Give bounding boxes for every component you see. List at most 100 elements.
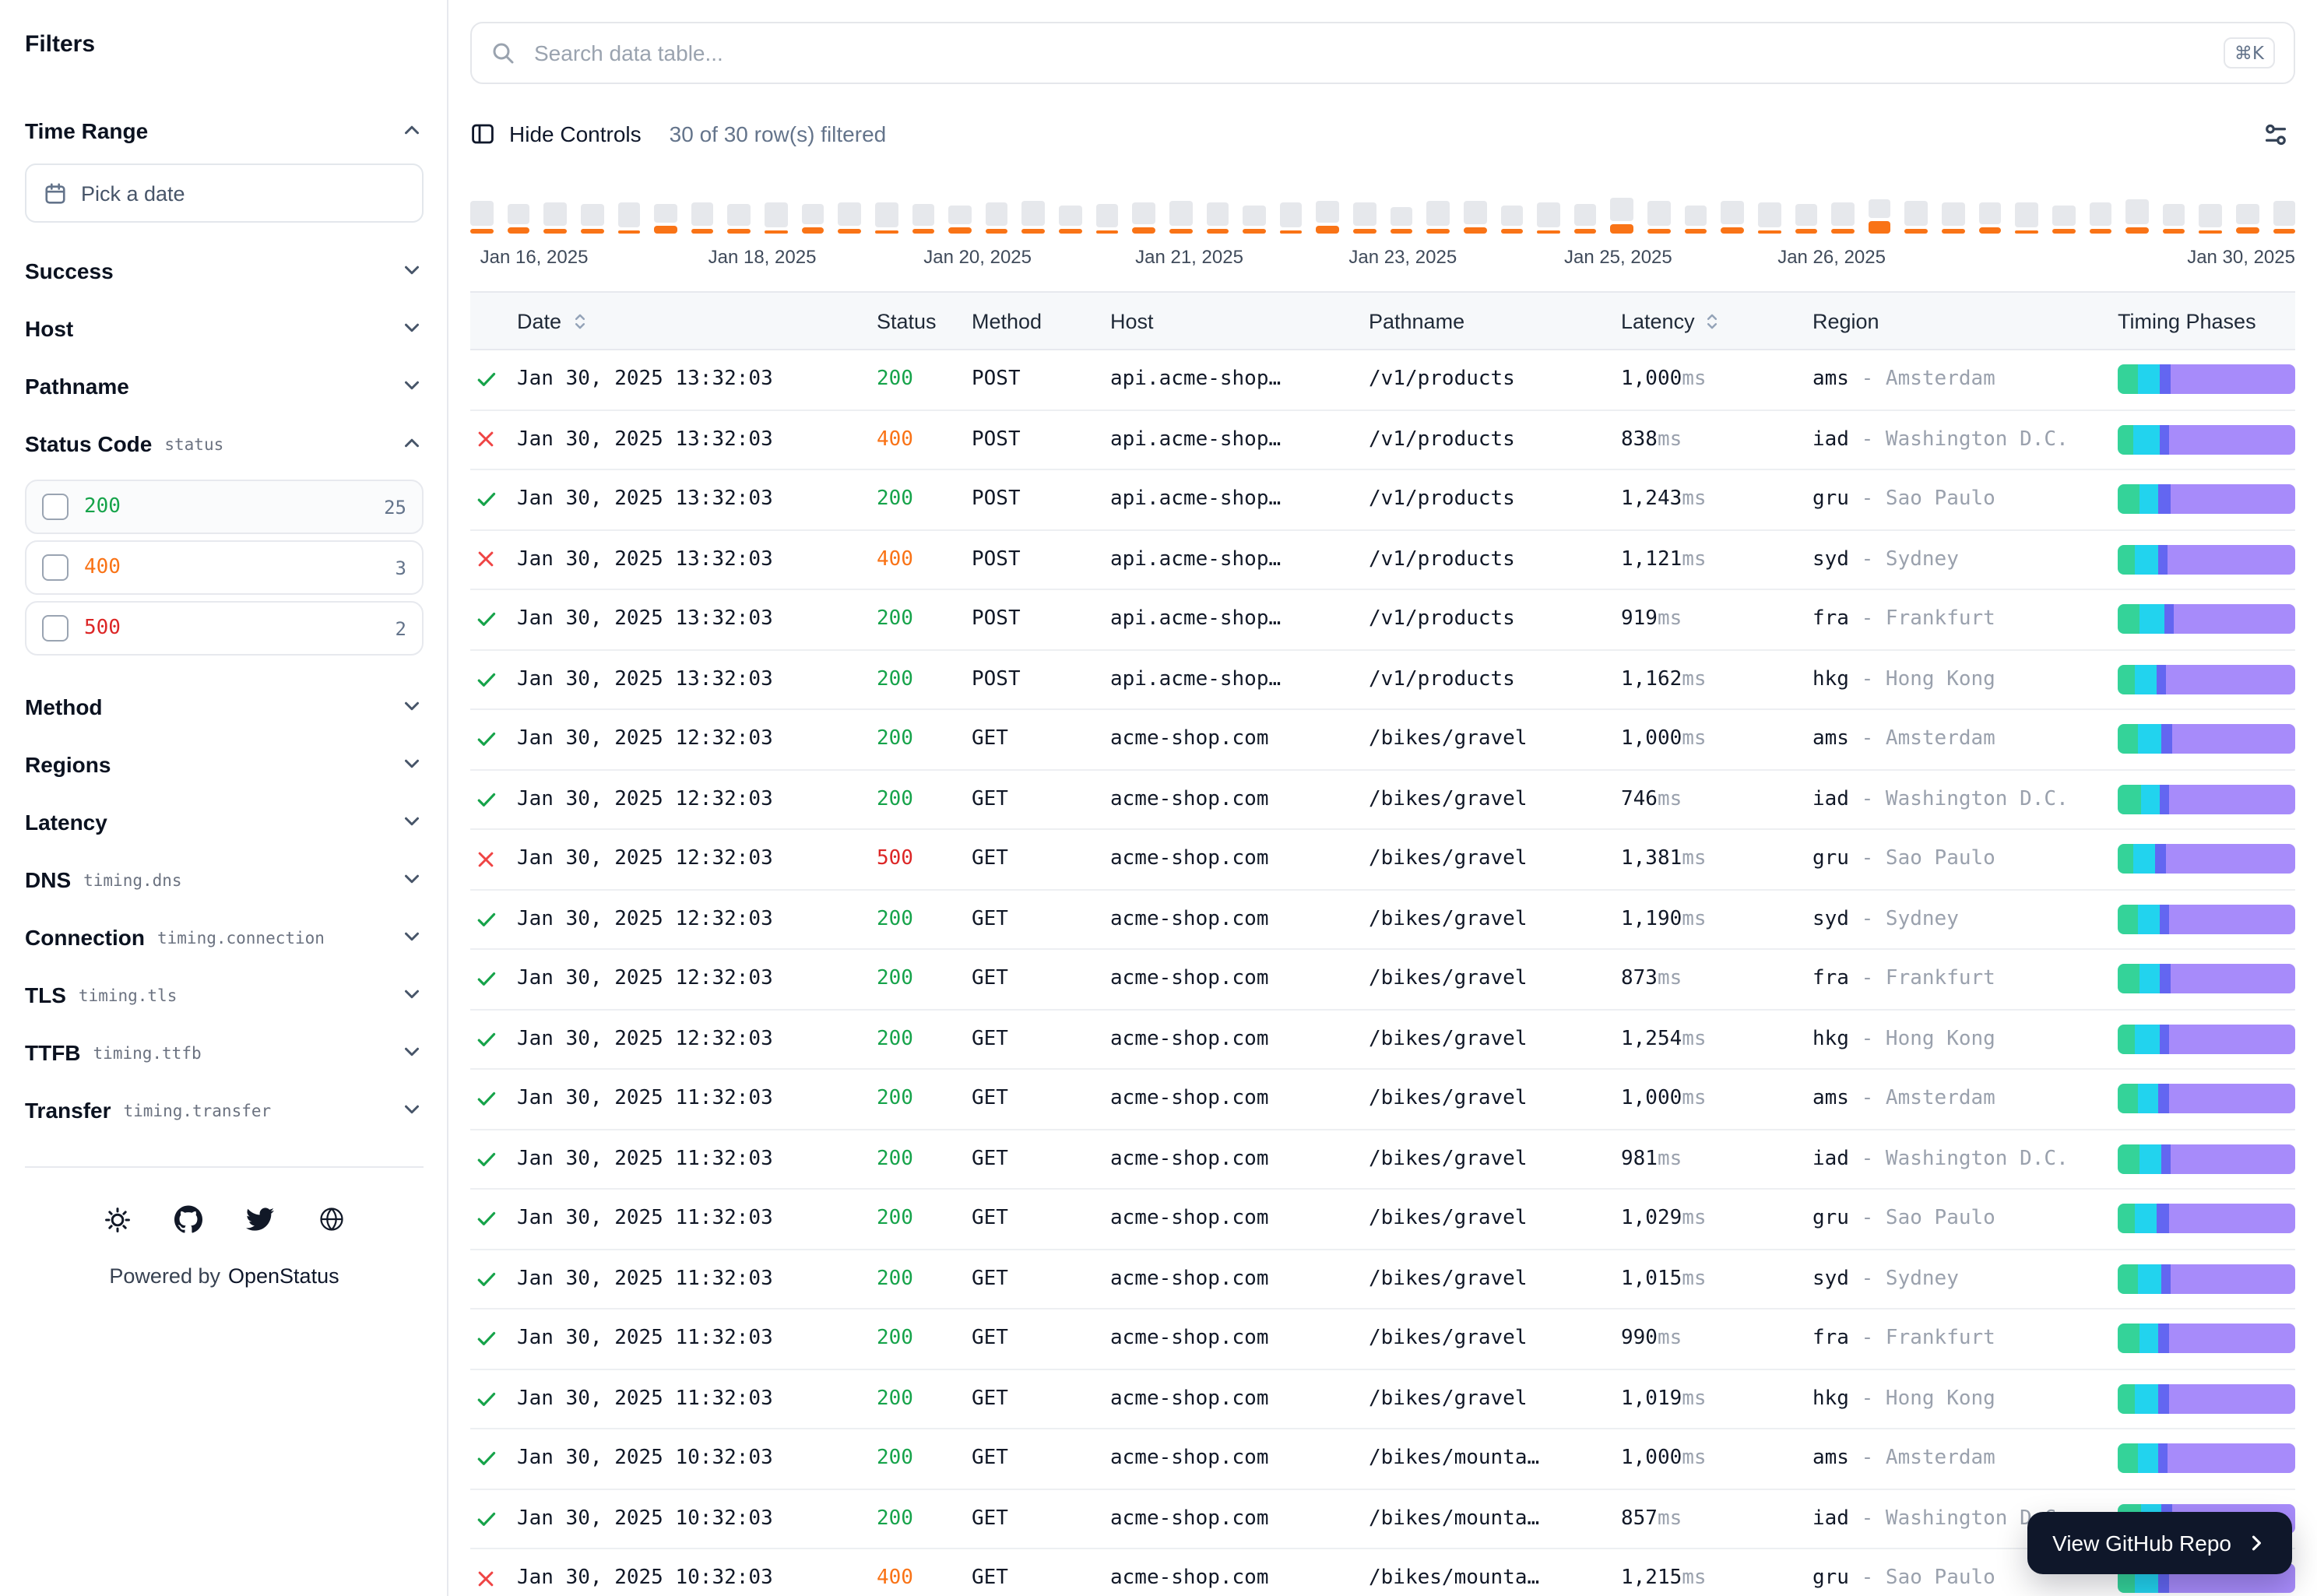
- view-settings-button[interactable]: [2256, 114, 2295, 153]
- sidebar-section-toggle-tls[interactable]: TLStiming.tls: [25, 965, 424, 1023]
- sidebar-section-toggle-transfer[interactable]: Transfertiming.transfer: [25, 1081, 424, 1138]
- timeline-bar: [544, 202, 567, 234]
- sidebar-section-toggle-dns[interactable]: DNStiming.dns: [25, 850, 424, 908]
- table-row[interactable]: Jan 30, 2025 12:32:03500GETacme-shop.com…: [470, 830, 2295, 890]
- openstatus-link[interactable]: OpenStatus: [228, 1264, 339, 1288]
- twitter-link[interactable]: [245, 1205, 273, 1233]
- table-row[interactable]: Jan 30, 2025 12:32:03200GETacme-shop.com…: [470, 1010, 2295, 1070]
- timeline-bar-error: [801, 227, 824, 234]
- timing-segment: [2168, 1444, 2295, 1474]
- table-row[interactable]: Jan 30, 2025 11:32:03200GETacme-shop.com…: [470, 1250, 2295, 1309]
- table-row[interactable]: Jan 30, 2025 12:32:03200GETacme-shop.com…: [470, 770, 2295, 830]
- latency-value: 857: [1621, 1507, 1658, 1531]
- table-row[interactable]: Jan 30, 2025 10:32:03400GETacme-shop.com…: [470, 1549, 2295, 1596]
- timeline-bar-error: [1684, 229, 1707, 234]
- timing-segment: [2162, 725, 2173, 754]
- sidebar-section-toggle-method[interactable]: Method: [25, 677, 424, 735]
- checkbox-500[interactable]: [42, 615, 69, 642]
- status-filter-200[interactable]: 20025: [25, 480, 424, 534]
- sidebar-section-toggle-time-range[interactable]: Time Range: [25, 101, 424, 159]
- latency-value: 1,121: [1621, 548, 1682, 571]
- timing-segment: [2118, 1264, 2137, 1294]
- view-github-repo-button[interactable]: View GitHub Repo: [2027, 1512, 2292, 1574]
- timeline-bar-error: [654, 226, 677, 234]
- timeline-bar-success: [2199, 204, 2222, 227]
- sidebar-section-toggle-success[interactable]: Success: [25, 241, 424, 299]
- cell-latency: 838ms: [1621, 428, 1812, 452]
- cell-host: acme-shop.com: [1110, 1447, 1369, 1471]
- timeline-bar: [2163, 204, 2185, 234]
- table-row[interactable]: Jan 30, 2025 11:32:03200GETacme-shop.com…: [470, 1070, 2295, 1130]
- table-row[interactable]: Jan 30, 2025 13:32:03200POSTapi.acme-sho…: [470, 470, 2295, 530]
- latency-value: 1,215: [1621, 1567, 1682, 1591]
- timing-segment: [2161, 425, 2169, 455]
- cell-method: GET: [972, 728, 1110, 751]
- cell-host: acme-shop.com: [1110, 968, 1369, 991]
- timing-segment: [2118, 725, 2137, 754]
- theme-toggle-link[interactable]: [104, 1206, 130, 1232]
- timeline-bar-success: [2016, 202, 2038, 227]
- table-row[interactable]: Jan 30, 2025 13:32:03200POSTapi.acme-sho…: [470, 650, 2295, 710]
- table-row[interactable]: Jan 30, 2025 11:32:03200GETacme-shop.com…: [470, 1130, 2295, 1190]
- sidebar-section-toggle-connection[interactable]: Connectiontiming.connection: [25, 908, 424, 965]
- table-row[interactable]: Jan 30, 2025 12:32:03200GETacme-shop.com…: [470, 950, 2295, 1010]
- region-city: - Sydney: [1849, 1267, 1959, 1291]
- status-code-label: 500: [84, 617, 121, 640]
- timeline-chart[interactable]: Jan 16, 2025Jan 18, 2025Jan 20, 2025Jan …: [470, 193, 2295, 271]
- cell-region: syd - Sydney: [1812, 908, 2118, 931]
- search-input[interactable]: [531, 39, 2208, 67]
- status-filter-400[interactable]: 4003: [25, 540, 424, 595]
- cell-status: 400: [877, 548, 972, 571]
- column-header-latency[interactable]: Latency: [1621, 309, 1812, 332]
- timeline-bar: [1611, 198, 1633, 234]
- latency-unit: ms: [1658, 1148, 1682, 1171]
- table-row[interactable]: Jan 30, 2025 10:32:03200GETacme-shop.com…: [470, 1429, 2295, 1489]
- github-link[interactable]: [174, 1205, 202, 1233]
- main-content: ⌘K Hide Controls 30 of 30 row(s) filtere…: [448, 0, 2317, 1596]
- sidebar-section-toggle-status-code[interactable]: Status Codestatus: [25, 414, 424, 472]
- table-row[interactable]: Jan 30, 2025 12:32:03200GETacme-shop.com…: [470, 710, 2295, 770]
- region-code: iad: [1812, 788, 1849, 811]
- globe-link[interactable]: [317, 1205, 345, 1233]
- search-bar: ⌘K: [470, 22, 2295, 84]
- section-label: Success: [25, 258, 114, 283]
- date-picker[interactable]: Pick a date: [25, 163, 424, 223]
- cell-region: gru - Sao Paulo: [1812, 488, 2118, 511]
- cell-region: ams - Amsterdam: [1812, 728, 2118, 751]
- region-city: - Washington D.C.: [1849, 788, 2069, 811]
- checkbox-400[interactable]: [42, 554, 69, 581]
- cell-method: GET: [972, 1567, 1110, 1591]
- sidebar-section-toggle-regions[interactable]: Regions: [25, 735, 424, 793]
- cell-status: 200: [877, 1387, 972, 1411]
- timeline-bar-error: [470, 229, 493, 234]
- section-label: TLS: [25, 982, 66, 1007]
- latency-unit: ms: [1682, 908, 1706, 931]
- status-filter-500[interactable]: 5002: [25, 601, 424, 656]
- table-row[interactable]: Jan 30, 2025 10:32:03200GETacme-shop.com…: [470, 1489, 2295, 1549]
- region-code: fra: [1812, 968, 1849, 991]
- sidebar-section-toggle-ttfb[interactable]: TTFBtiming.ttfb: [25, 1023, 424, 1081]
- hide-controls-button[interactable]: Hide Controls: [470, 121, 642, 146]
- column-header-label: Status: [877, 309, 937, 332]
- table-row[interactable]: Jan 30, 2025 12:32:03200GETacme-shop.com…: [470, 890, 2295, 950]
- timeline-bar: [1095, 204, 1118, 234]
- timing-segment: [2169, 1085, 2295, 1114]
- table-row[interactable]: Jan 30, 2025 13:32:03200POSTapi.acme-sho…: [470, 350, 2295, 410]
- table-row[interactable]: Jan 30, 2025 13:32:03200POSTapi.acme-sho…: [470, 590, 2295, 650]
- sidebar-section-toggle-pathname[interactable]: Pathname: [25, 357, 424, 414]
- table-row[interactable]: Jan 30, 2025 13:32:03400POSTapi.acme-sho…: [470, 530, 2295, 590]
- timing-segment: [2118, 485, 2139, 515]
- timeline-bar-error: [544, 229, 567, 234]
- section-code: status: [164, 435, 223, 454]
- sidebar-section-toggle-latency[interactable]: Latency: [25, 793, 424, 850]
- cell-method: GET: [972, 1208, 1110, 1231]
- table-row[interactable]: Jan 30, 2025 13:32:03400POSTapi.acme-sho…: [470, 410, 2295, 470]
- success-check-icon: [470, 608, 517, 631]
- checkbox-200[interactable]: [42, 494, 69, 520]
- sidebar-section-toggle-host[interactable]: Host: [25, 299, 424, 357]
- column-header-date[interactable]: Date: [517, 309, 877, 332]
- cell-timing-phases: [2118, 725, 2295, 754]
- table-row[interactable]: Jan 30, 2025 11:32:03200GETacme-shop.com…: [470, 1309, 2295, 1369]
- table-row[interactable]: Jan 30, 2025 11:32:03200GETacme-shop.com…: [470, 1369, 2295, 1429]
- table-row[interactable]: Jan 30, 2025 11:32:03200GETacme-shop.com…: [470, 1190, 2295, 1250]
